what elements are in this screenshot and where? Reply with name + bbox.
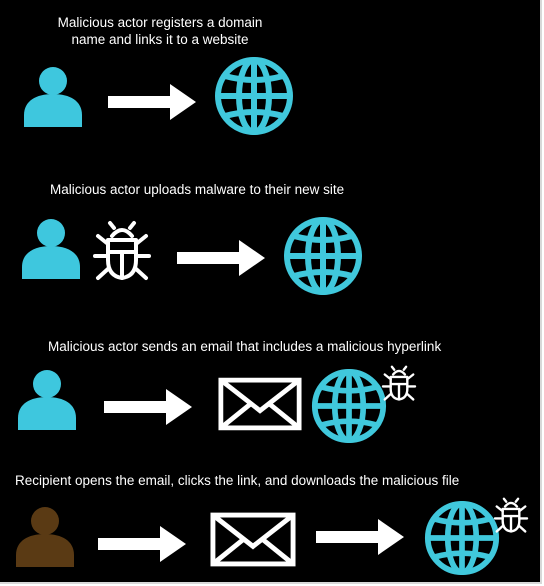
arrow-right-icon (177, 238, 267, 278)
actor-person-icon (16, 366, 78, 430)
arrow-right-icon (98, 524, 188, 564)
malware-bug-icon (492, 497, 530, 535)
website-globe-icon (311, 368, 387, 444)
arrow-right-icon (316, 517, 406, 557)
website-globe-icon (214, 56, 294, 136)
actor-person-icon (20, 215, 82, 279)
arrow-right-icon (104, 387, 194, 427)
diagram-canvas: Malicious actor registers a domain name … (0, 0, 542, 584)
email-envelope-icon (210, 512, 296, 567)
step-3-caption: Malicious actor sends an email that incl… (48, 339, 442, 354)
step-1-caption-line-2: name and links it to a website (71, 32, 249, 47)
actor-person-icon (22, 63, 84, 127)
step-2-caption: Malicious actor uploads malware to their… (50, 182, 345, 197)
website-globe-icon (424, 500, 500, 576)
email-envelope-icon (218, 377, 302, 431)
malware-bug-icon (380, 365, 418, 403)
arrow-right-icon (108, 82, 198, 122)
step-1-caption: Malicious actor registers a domain name … (40, 14, 280, 48)
website-globe-icon (283, 216, 363, 296)
recipient-person-icon (14, 503, 76, 567)
step-4-caption: Recipient opens the email, clicks the li… (15, 473, 460, 488)
step-1-caption-line-1: Malicious actor registers a domain (57, 15, 263, 30)
malware-bug-icon (90, 220, 154, 284)
